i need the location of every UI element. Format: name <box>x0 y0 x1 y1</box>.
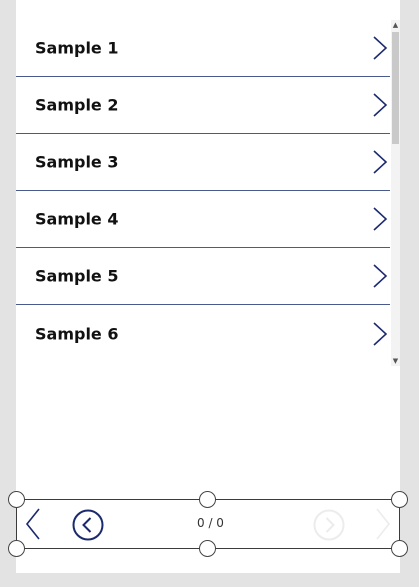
gallery-row[interactable]: Sample 2 <box>16 77 390 134</box>
gallery-row-label: Sample 5 <box>35 266 119 286</box>
gallery-row-label: Sample 2 <box>35 95 119 115</box>
chevron-right-icon[interactable] <box>372 36 388 60</box>
resize-handle-top-left[interactable] <box>8 491 25 508</box>
gallery-row-label: Sample 6 <box>35 324 119 343</box>
scroll-down-arrow-icon[interactable]: ▼ <box>391 356 400 366</box>
scrollbar-thumb[interactable] <box>392 32 399 144</box>
chevron-right-icon[interactable] <box>375 508 391 540</box>
gallery-row[interactable]: Sample 4 <box>16 191 390 248</box>
gallery-row-label: Sample 1 <box>35 38 119 58</box>
chevron-left-icon[interactable] <box>25 508 41 540</box>
chevron-right-icon[interactable] <box>372 321 388 346</box>
gallery-scrollbar[interactable]: ▲ ▼ <box>391 20 400 366</box>
chevron-right-icon[interactable] <box>372 207 388 231</box>
gallery-row-label: Sample 3 <box>35 152 119 172</box>
circle-chevron-right-icon[interactable] <box>313 509 345 541</box>
resize-handle-top-right[interactable] <box>391 491 408 508</box>
gallery-row[interactable]: Sample 5 <box>16 248 390 305</box>
chevron-right-icon[interactable] <box>372 93 388 117</box>
app-screen: Sample 1 Sample 2 Sample 3 Sample 4 Samp… <box>16 0 400 573</box>
resize-handle-bottom-right[interactable] <box>391 540 408 557</box>
resize-handle-bottom-center[interactable] <box>199 540 216 557</box>
sample-gallery[interactable]: Sample 1 Sample 2 Sample 3 Sample 4 Samp… <box>16 20 390 366</box>
gallery-row[interactable]: Sample 6 <box>16 305 390 362</box>
scroll-up-arrow-icon[interactable]: ▲ <box>391 20 400 30</box>
chevron-right-icon[interactable] <box>372 150 388 174</box>
circle-chevron-left-icon[interactable] <box>72 509 104 541</box>
resize-handle-bottom-left[interactable] <box>8 540 25 557</box>
resize-handle-top-center[interactable] <box>199 491 216 508</box>
chevron-right-icon[interactable] <box>372 264 388 288</box>
page-indicator: 0 / 0 <box>197 516 224 530</box>
gallery-row-label: Sample 4 <box>35 209 119 229</box>
gallery-row[interactable]: Sample 3 <box>16 134 390 191</box>
gallery-row[interactable]: Sample 1 <box>16 20 390 77</box>
